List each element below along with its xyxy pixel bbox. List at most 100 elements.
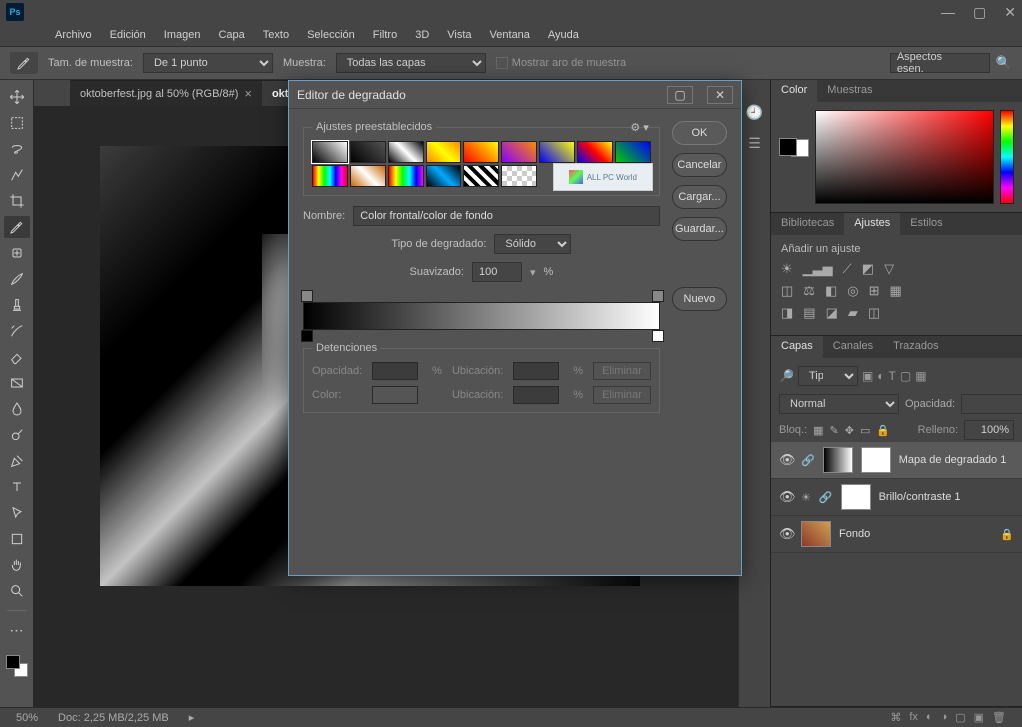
- dialog-maximize-button[interactable]: ▢: [667, 86, 693, 104]
- vibrance-icon[interactable]: ▽: [884, 261, 894, 277]
- brush-tool[interactable]: [4, 268, 30, 290]
- new-button[interactable]: Nuevo: [672, 287, 727, 311]
- lock-artboard-icon[interactable]: ▭: [860, 424, 870, 437]
- brightness-icon[interactable]: ☀: [781, 261, 793, 277]
- current-tool-eyedropper-icon[interactable]: [10, 52, 38, 74]
- menu-texto[interactable]: Texto: [254, 26, 298, 44]
- dialog-title-bar[interactable]: Editor de degradado ▢ ✕: [289, 81, 741, 109]
- color-stop-left[interactable]: [301, 330, 311, 342]
- tab-swatches[interactable]: Muestras: [817, 80, 882, 102]
- properties-icon[interactable]: ☰: [748, 135, 761, 152]
- sample-size-select[interactable]: De 1 punto: [143, 53, 273, 73]
- tab-layers[interactable]: Capas: [771, 336, 823, 358]
- dodge-tool[interactable]: [4, 424, 30, 446]
- layer-row-gradient-map[interactable]: 👁 🔗 Mapa de degradado 1: [771, 442, 1022, 479]
- delete-layer-icon[interactable]: 🗑: [992, 711, 1006, 724]
- dialog-close-button[interactable]: ✕: [707, 86, 733, 104]
- menu-filtro[interactable]: Filtro: [364, 26, 406, 44]
- filter-smart-icon[interactable]: ▦: [915, 369, 926, 383]
- gradient-tool[interactable]: [4, 372, 30, 394]
- layer-row-background[interactable]: 👁 Fondo 🔒: [771, 516, 1022, 553]
- preset-swatch[interactable]: [463, 141, 499, 163]
- levels-icon[interactable]: ▁▃▅: [803, 261, 833, 277]
- edit-toolbar-button[interactable]: ⋯: [4, 619, 30, 641]
- minimize-button[interactable]: —: [941, 4, 955, 21]
- new-group-icon[interactable]: ▢: [955, 711, 965, 724]
- gradient-map-icon[interactable]: ▰: [848, 305, 858, 321]
- smoothness-input[interactable]: 100: [472, 262, 522, 282]
- opacity-stop-left[interactable]: [301, 290, 311, 302]
- history-brush-tool[interactable]: [4, 320, 30, 342]
- visibility-icon[interactable]: 👁: [779, 526, 793, 542]
- layer-thumb[interactable]: [823, 447, 853, 473]
- lookup-icon[interactable]: ▦: [890, 283, 902, 299]
- workspace-select[interactable]: Aspectos esen.: [890, 53, 990, 73]
- blend-mode-select[interactable]: Normal: [779, 394, 899, 414]
- visibility-icon[interactable]: 👁: [779, 489, 793, 505]
- quick-select-tool[interactable]: [4, 164, 30, 186]
- selective-color-icon[interactable]: ◫: [868, 305, 880, 321]
- gradient-editor-bar[interactable]: [303, 290, 660, 342]
- lasso-tool[interactable]: [4, 138, 30, 160]
- maximize-button[interactable]: ▢: [973, 4, 986, 21]
- balance-icon[interactable]: ⚖: [803, 283, 815, 299]
- doc-size[interactable]: Doc: 2,25 MB/2,25 MB: [58, 712, 169, 724]
- tab-libraries[interactable]: Bibliotecas: [771, 213, 844, 235]
- preset-swatch[interactable]: [350, 165, 386, 187]
- tab-paths[interactable]: Trazados: [883, 336, 948, 358]
- preset-swatch[interactable]: [312, 165, 348, 187]
- history-icon[interactable]: 🕘: [746, 104, 763, 121]
- eyedropper-tool[interactable]: [4, 216, 30, 238]
- load-button[interactable]: Cargar...: [672, 185, 727, 209]
- hue-slider[interactable]: [1000, 110, 1014, 204]
- opacity-stop-right[interactable]: [652, 290, 662, 302]
- preset-swatch[interactable]: [501, 165, 537, 187]
- layer-mask-thumb[interactable]: [841, 484, 871, 510]
- menu-3d[interactable]: 3D: [406, 26, 438, 44]
- cancel-button[interactable]: Cancelar: [672, 153, 727, 177]
- posterize-icon[interactable]: ▤: [803, 305, 815, 321]
- exposure-icon[interactable]: ◩: [862, 261, 874, 277]
- lock-all-icon[interactable]: 🔒: [876, 424, 890, 437]
- filter-type-icon[interactable]: T: [889, 369, 896, 383]
- filter-shape-icon[interactable]: ▢: [900, 369, 911, 383]
- layer-mask-thumb[interactable]: [861, 447, 891, 473]
- menu-archivo[interactable]: Archivo: [46, 26, 101, 44]
- tab-styles[interactable]: Estilos: [900, 213, 952, 235]
- layer-link-icon[interactable]: ⌘: [890, 711, 901, 724]
- filter-adjust-icon[interactable]: ◐: [877, 369, 884, 383]
- document-tab-1[interactable]: oktoberfest.jpg al 50% (RGB/8#)×: [70, 80, 262, 106]
- new-fill-icon[interactable]: ◑: [941, 711, 948, 724]
- menu-edicion[interactable]: Edición: [101, 26, 155, 44]
- menu-ventana[interactable]: Ventana: [481, 26, 539, 44]
- preset-swatch[interactable]: [426, 165, 462, 187]
- color-stop-right[interactable]: [652, 330, 662, 342]
- fill-input[interactable]: 100%: [964, 420, 1014, 440]
- hand-tool[interactable]: [4, 554, 30, 576]
- curves-icon[interactable]: ⟋: [843, 261, 852, 277]
- preset-swatch[interactable]: [539, 141, 575, 163]
- visibility-icon[interactable]: 👁: [779, 452, 793, 468]
- blur-tool[interactable]: [4, 398, 30, 420]
- close-button[interactable]: ✕: [1004, 4, 1016, 21]
- crop-tool[interactable]: [4, 190, 30, 212]
- preset-swatch[interactable]: [388, 141, 424, 163]
- menu-imagen[interactable]: Imagen: [155, 26, 210, 44]
- color-picker-field[interactable]: [815, 110, 994, 204]
- lock-pixels-icon[interactable]: ▦: [813, 424, 823, 437]
- opacity-input[interactable]: 100%: [961, 394, 1022, 414]
- menu-capa[interactable]: Capa: [209, 26, 253, 44]
- foreground-background-colors[interactable]: [4, 653, 30, 679]
- preset-swatch[interactable]: [426, 141, 462, 163]
- save-button[interactable]: Guardar...: [672, 217, 727, 241]
- invert-icon[interactable]: ◨: [781, 305, 793, 321]
- search-icon[interactable]: 🔍: [996, 55, 1012, 71]
- filter-image-icon[interactable]: ▣: [862, 369, 873, 383]
- lock-position-icon[interactable]: ✥: [845, 424, 854, 437]
- preset-swatch[interactable]: [577, 141, 613, 163]
- zoom-tool[interactable]: [4, 580, 30, 602]
- bw-icon[interactable]: ◧: [825, 283, 837, 299]
- hue-icon[interactable]: ◫: [781, 283, 793, 299]
- photo-filter-icon[interactable]: ◎: [847, 283, 858, 299]
- tab-color[interactable]: Color: [771, 80, 817, 102]
